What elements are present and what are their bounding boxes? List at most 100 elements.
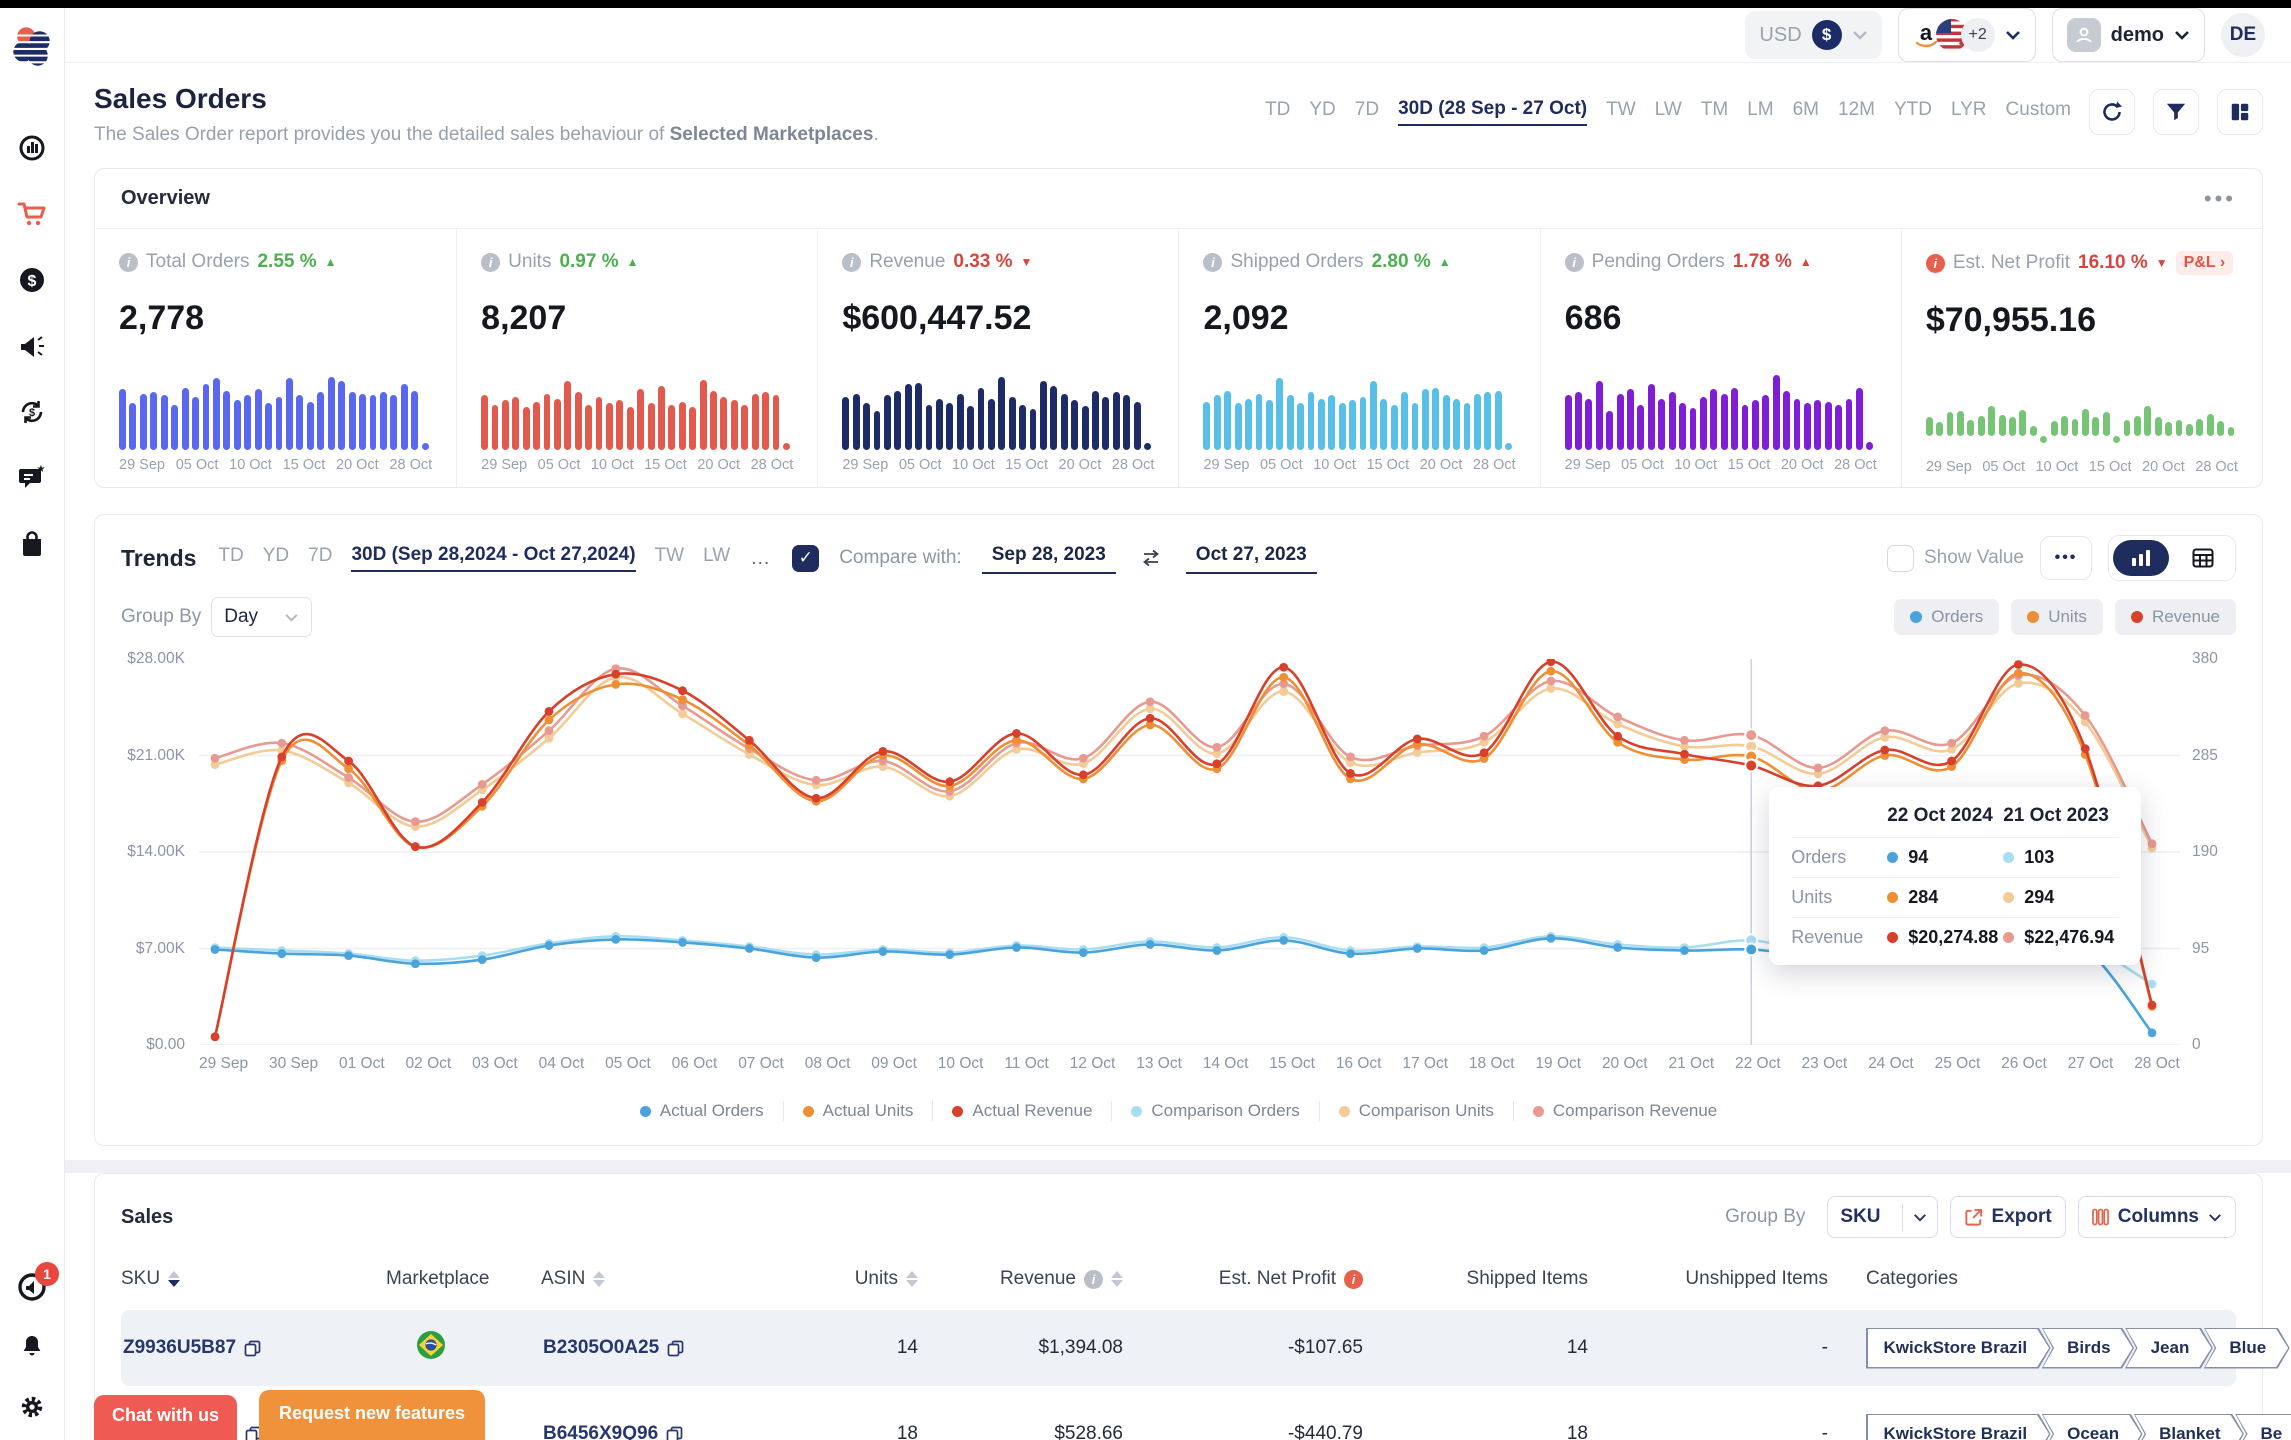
copy-icon[interactable] xyxy=(666,1426,683,1440)
sales-orders-icon[interactable] xyxy=(17,199,47,229)
marketplace-selector[interactable]: a +2 xyxy=(1898,8,2036,62)
column-header-shipped-items[interactable]: Shipped Items xyxy=(1401,1268,1626,1290)
range-tab-7d[interactable]: 7D xyxy=(1355,99,1379,125)
info-icon[interactable]: i xyxy=(1565,253,1584,272)
asin-cell[interactable]: B2305O0A25 xyxy=(541,1337,841,1359)
account-initials-avatar[interactable]: DE xyxy=(2221,13,2265,57)
sort-icon[interactable] xyxy=(1111,1271,1123,1287)
category-chip[interactable]: Birds xyxy=(2042,1328,2134,1369)
trends-tabs-overflow-button[interactable]: … xyxy=(750,547,772,570)
overview-menu-button[interactable]: ••• xyxy=(2204,194,2236,204)
request-features-button[interactable]: Request new features xyxy=(259,1390,485,1440)
info-icon[interactable]: i xyxy=(1084,1270,1103,1289)
compare-checkbox[interactable]: ✓ xyxy=(792,545,819,572)
legend-item-actual-orders[interactable]: Actual Orders xyxy=(621,1101,783,1121)
filter-button[interactable] xyxy=(2153,89,2199,135)
legend-item-comparison-revenue[interactable]: Comparison Revenue xyxy=(1513,1101,1736,1121)
settings-gear-icon[interactable] xyxy=(17,1392,47,1422)
kpi-card-est-net-profit[interactable]: iEst. Net Profit16.10 %▼P&L ›$70,955.162… xyxy=(1901,229,2262,487)
compare-to-date[interactable]: Oct 27, 2023 xyxy=(1186,542,1317,574)
info-icon[interactable]: i xyxy=(481,253,500,272)
range-tab-tm[interactable]: TM xyxy=(1701,99,1728,125)
category-chip[interactable]: Be xyxy=(2235,1414,2291,1440)
trends-tab-tw[interactable]: TW xyxy=(655,545,685,571)
column-header-unshipped-items[interactable]: Unshipped Items xyxy=(1626,1268,1866,1290)
sku-cell[interactable]: Z9936U5B87 xyxy=(121,1337,386,1359)
sort-icon[interactable] xyxy=(906,1271,918,1287)
column-header-units[interactable]: Units xyxy=(841,1268,956,1290)
layout-columns-button[interactable] xyxy=(2217,89,2263,135)
range-tab-ytd[interactable]: YTD xyxy=(1894,99,1932,125)
whats-new-icon[interactable]: 1 xyxy=(17,1272,47,1302)
export-button[interactable]: Export xyxy=(1950,1196,2066,1238)
category-chip[interactable]: Ocean xyxy=(2042,1414,2143,1440)
table-row[interactable]: Z9936U5B87B2305O0A2514$1,394.08-$107.651… xyxy=(121,1310,2236,1386)
kpi-card-shipped-orders[interactable]: iShipped Orders2.80 %▲2,09229 Sep05 Oct1… xyxy=(1178,229,1539,487)
currency-selector[interactable]: USD $ xyxy=(1745,11,1881,59)
range-tab-6m[interactable]: 6M xyxy=(1793,99,1819,125)
series-chip-units[interactable]: Units xyxy=(2011,599,2103,635)
series-chip-orders[interactable]: Orders xyxy=(1894,599,1999,635)
sort-icon[interactable] xyxy=(168,1271,180,1287)
trends-menu-button[interactable]: ••• xyxy=(2040,536,2092,580)
column-header-revenue[interactable]: Revenuei xyxy=(956,1268,1161,1290)
advertising-icon[interactable] xyxy=(17,331,47,361)
category-chip[interactable]: Jean xyxy=(2125,1328,2213,1369)
kpi-card-total-orders[interactable]: iTotal Orders2.55 %▲2,77829 Sep05 Oct10 … xyxy=(95,229,456,487)
copy-icon[interactable] xyxy=(667,1340,684,1357)
legend-item-comparison-units[interactable]: Comparison Units xyxy=(1319,1101,1513,1121)
compare-from-date[interactable]: Sep 28, 2023 xyxy=(982,542,1116,574)
info-icon[interactable]: i xyxy=(842,253,861,272)
chart-plot-area[interactable]: 22 Oct 202421 Oct 2023Orders94103Units28… xyxy=(199,659,2180,1045)
show-value-toggle[interactable]: Show Value xyxy=(1887,545,2024,572)
range-tab-lm[interactable]: LM xyxy=(1747,99,1773,125)
category-chip[interactable]: KwickStore Brazil xyxy=(1866,1414,2051,1440)
trends-tab-td[interactable]: TD xyxy=(218,545,243,571)
range-tab-custom[interactable]: Custom xyxy=(2006,99,2071,125)
swap-dates-icon[interactable] xyxy=(1140,549,1162,567)
kpi-card-revenue[interactable]: iRevenue0.33 %▼$600,447.5229 Sep05 Oct10… xyxy=(817,229,1178,487)
table-view-button[interactable] xyxy=(2175,540,2231,576)
column-header-marketplace[interactable]: Marketplace xyxy=(386,1268,541,1290)
trends-tab-30d[interactable]: 30D (Sep 28,2024 - Oct 27,2024) xyxy=(351,544,635,572)
group-by-select[interactable]: Day xyxy=(211,597,312,637)
range-tab-lyr[interactable]: LYR xyxy=(1951,99,1987,125)
sort-icon[interactable] xyxy=(593,1271,605,1287)
column-header-sku[interactable]: SKU xyxy=(121,1268,386,1290)
legend-item-actual-revenue[interactable]: Actual Revenue xyxy=(932,1101,1111,1121)
range-tab-yd[interactable]: YD xyxy=(1309,99,1335,125)
column-header-asin[interactable]: ASIN xyxy=(541,1268,841,1290)
series-chip-revenue[interactable]: Revenue xyxy=(2115,599,2236,635)
reviews-icon[interactable]: ★ xyxy=(17,463,47,493)
refresh-button[interactable] xyxy=(2089,89,2135,135)
legend-item-actual-units[interactable]: Actual Units xyxy=(783,1101,933,1121)
copy-icon[interactable] xyxy=(244,1340,261,1357)
columns-button[interactable]: Columns xyxy=(2078,1196,2236,1238)
trends-tab-lw[interactable]: LW xyxy=(703,545,730,571)
notifications-bell-icon[interactable] xyxy=(17,1332,47,1362)
range-tab-12m[interactable]: 12M xyxy=(1838,99,1875,125)
finance-icon[interactable]: $ xyxy=(17,265,47,295)
kpi-card-pending-orders[interactable]: iPending Orders1.78 %▲68629 Sep05 Oct10 … xyxy=(1540,229,1901,487)
info-icon[interactable]: i xyxy=(1344,1270,1363,1289)
category-chip[interactable]: Blanket xyxy=(2134,1414,2244,1440)
app-logo[interactable] xyxy=(9,24,55,75)
reimbursements-icon[interactable]: $ xyxy=(17,397,47,427)
range-tab-30d[interactable]: 30D (28 Sep - 27 Oct) xyxy=(1398,98,1587,126)
sales-group-by-select[interactable]: SKU xyxy=(1827,1196,1937,1238)
column-header-est-net-profit[interactable]: Est. Net Profiti xyxy=(1161,1268,1401,1290)
info-icon[interactable]: i xyxy=(119,253,138,272)
category-chip[interactable]: KwickStore Brazil xyxy=(1866,1328,2051,1369)
chart-view-button[interactable] xyxy=(2113,540,2169,576)
column-header-categories[interactable]: Categories xyxy=(1866,1268,2236,1290)
legend-item-comparison-orders[interactable]: Comparison Orders xyxy=(1111,1101,1318,1121)
chat-with-us-button[interactable]: Chat with us xyxy=(94,1395,237,1440)
user-menu[interactable]: demo xyxy=(2052,8,2205,62)
kpi-card-units[interactable]: iUnits0.97 %▲8,20729 Sep05 Oct10 Oct15 O… xyxy=(456,229,817,487)
range-tab-tw[interactable]: TW xyxy=(1606,99,1636,125)
trends-tab-7d[interactable]: 7D xyxy=(308,545,332,571)
asin-cell[interactable]: B6456X9Q96 xyxy=(541,1423,841,1440)
category-chip[interactable]: Blue xyxy=(2204,1328,2290,1369)
range-tab-td[interactable]: TD xyxy=(1265,99,1290,125)
range-tab-lw[interactable]: LW xyxy=(1655,99,1682,125)
